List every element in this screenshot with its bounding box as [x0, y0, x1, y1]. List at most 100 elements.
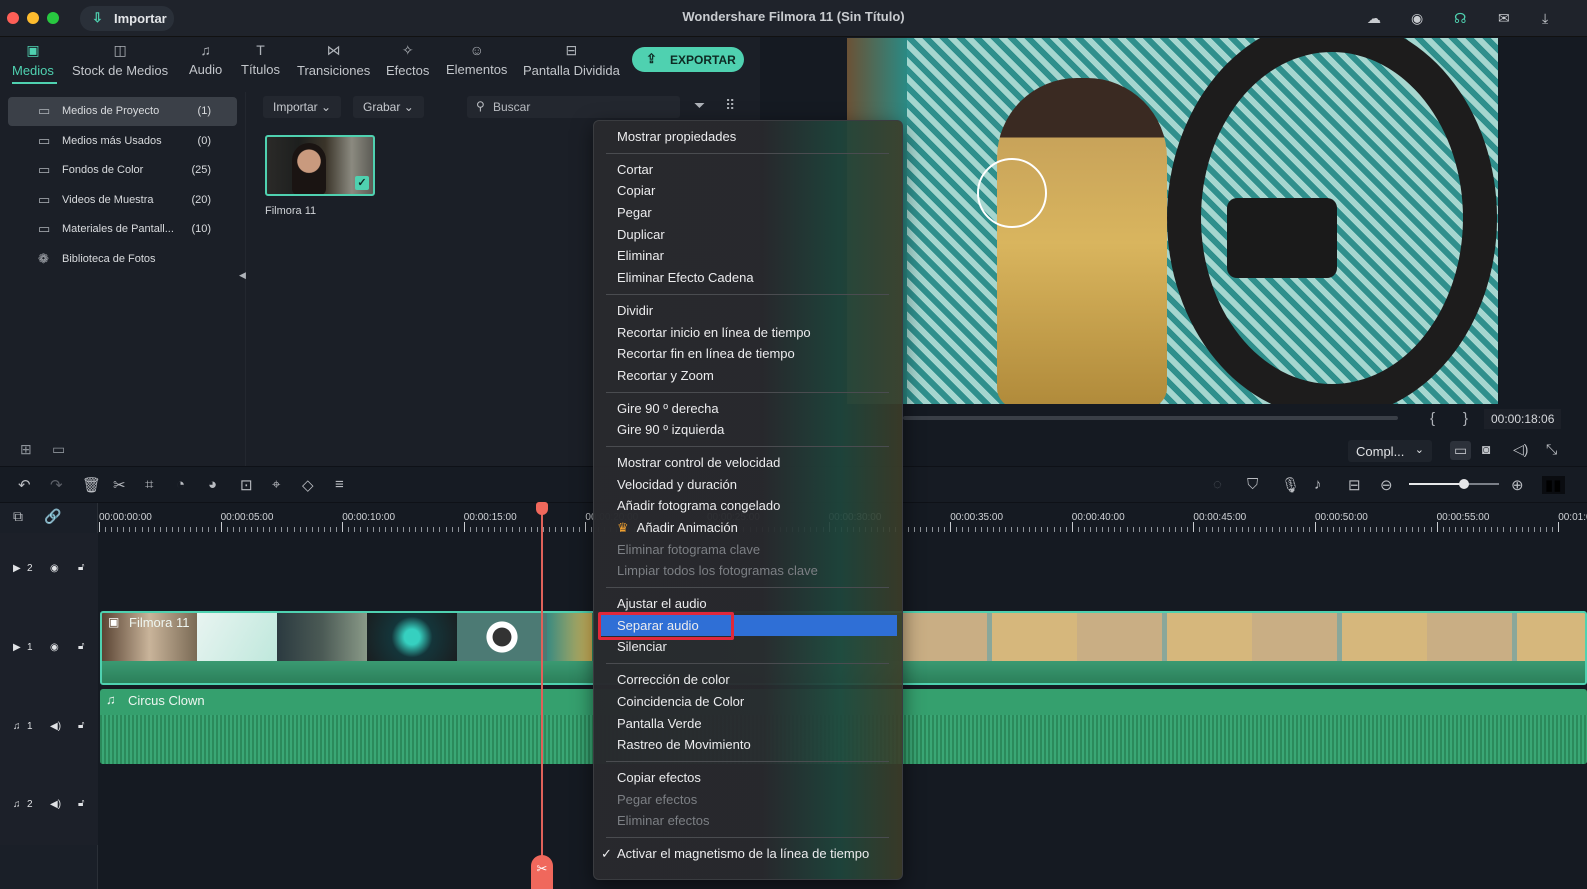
fit-timeline-icon[interactable]: ⊟: [1348, 476, 1361, 494]
marker-icon[interactable]: ⛉: [1247, 476, 1258, 493]
render-preview-icon[interactable]: ◌: [1213, 476, 1222, 493]
menu-item-dividir[interactable]: Dividir: [594, 300, 902, 322]
menu-item-velocidad-y-duracio-n[interactable]: Velocidad y duración: [594, 474, 902, 496]
redo-icon[interactable]: ↷: [50, 476, 63, 494]
lock-icon[interactable]: 🔓︎: [78, 720, 84, 731]
menu-item-recortar-y-zoom[interactable]: Recortar y Zoom: [594, 365, 902, 387]
menu-item-eliminar-efecto-cadena[interactable]: Eliminar Efecto Cadena: [594, 267, 902, 289]
sidebar-item-biblioteca-de-fotos[interactable]: ❁ Biblioteca de Fotos: [8, 245, 237, 274]
lock-icon[interactable]: 🔓︎: [78, 562, 84, 573]
menu-item-cortar[interactable]: Cortar: [594, 159, 902, 181]
tab-elementos[interactable]: ☺ Elementos: [446, 42, 507, 77]
support-headset-icon[interactable]: ☊: [1454, 10, 1466, 27]
speed-icon[interactable]: ◔: [176, 476, 185, 493]
media-thumbnail[interactable]: ✓: [265, 135, 375, 196]
context-menu: Mostrar propiedades Cortar Copiar Pegar Dupl…: [593, 120, 903, 880]
green-screen-icon[interactable]: ⊡: [240, 476, 253, 494]
scissors-icon[interactable]: ✂: [113, 476, 126, 494]
new-folder-icon[interactable]: ⊞: [20, 441, 32, 458]
cloud-icon[interactable]: ☁: [1367, 10, 1381, 27]
menu-item-copiar-efectos[interactable]: Copiar efectos: [594, 767, 902, 789]
zoom-out-icon[interactable]: ⊖: [1380, 476, 1393, 494]
menu-item-an-adir-animacio-n[interactable]: ♛ Añadir Animación: [594, 517, 902, 539]
speaker-icon[interactable]: ◀): [50, 799, 61, 810]
menu-item-mostrar-control-de-velocidad[interactable]: Mostrar control de velocidad: [594, 452, 902, 474]
download-icon[interactable]: ⤓: [1542, 10, 1548, 27]
add-track-icon[interactable]: ⧉: [13, 508, 23, 525]
undo-icon[interactable]: ↶: [18, 476, 31, 494]
sidebar-item-videos-de-muestra[interactable]: ▭ Videos de Muestra (20): [8, 186, 237, 215]
menu-item-correccio-n-de-color[interactable]: Corrección de color: [594, 669, 902, 691]
menu-item-pegar[interactable]: Pegar: [594, 202, 902, 224]
lock-icon[interactable]: 🔓︎: [78, 641, 84, 652]
timeline-zoom-slider[interactable]: [1409, 479, 1499, 489]
menu-item-recortar-fin-en-li-nea-de-tiempo[interactable]: Recortar fin en línea de tiempo: [594, 343, 902, 365]
tab-titulos[interactable]: T Títulos: [241, 42, 280, 77]
playhead-handle[interactable]: [536, 502, 548, 515]
menu-item-coincidencia-de-color[interactable]: Coincidencia de Color: [594, 691, 902, 713]
link-icon[interactable]: 🔗: [44, 508, 61, 525]
display-icon[interactable]: ▭: [1450, 441, 1472, 460]
audio-meter-icon[interactable]: ▮▮: [1542, 476, 1565, 494]
menu-item-copiar[interactable]: Copiar: [594, 180, 902, 202]
ruler-tick: [1096, 527, 1098, 532]
sidebar-item-materiales-de-pantalla[interactable]: ▭ Materiales de Pantall... (10): [8, 215, 237, 244]
tab-stock-de-medios[interactable]: ◫ Stock de Medios: [72, 42, 168, 78]
menu-item-gire-90-izquierda[interactable]: Gire 90 º izquierda: [594, 419, 902, 441]
import-dropdown[interactable]: Importar ⌄: [263, 96, 342, 118]
tab-audio[interactable]: ♫ Audio: [189, 42, 222, 77]
color-palette-icon[interactable]: ◕: [208, 476, 217, 493]
sidebar-item-fondos-de-color[interactable]: ▭ Fondos de Color (25): [8, 156, 237, 185]
playhead-line[interactable]: [541, 503, 543, 889]
zoom-in-icon[interactable]: ⊕: [1511, 476, 1524, 494]
crop-icon[interactable]: ⌗: [145, 476, 153, 493]
slider-knob[interactable]: [1459, 479, 1469, 489]
delete-icon[interactable]: 🗑: [82, 476, 101, 494]
filter-icon[interactable]: ⏷: [694, 97, 705, 114]
ruler-tick: [1552, 527, 1554, 532]
motion-target-circle[interactable]: [977, 158, 1047, 228]
fullscreen-icon[interactable]: ⤡: [1546, 441, 1557, 458]
sidebar-item-medios-de-proyecto[interactable]: ▭ Medios de Proyecto (1): [8, 97, 237, 126]
tab-transiciones[interactable]: ⋈ Transiciones: [297, 42, 370, 78]
playhead-split-button[interactable]: ✂: [531, 855, 553, 889]
audio-mixer-icon[interactable]: ♪: [1314, 476, 1322, 493]
tab-pantalla-dividida[interactable]: ⊟ Pantalla Dividida: [523, 42, 620, 78]
keyframe-icon[interactable]: ◇: [302, 476, 314, 494]
preview-video[interactable]: [847, 38, 1498, 404]
eye-icon[interactable]: ◉: [50, 563, 59, 574]
sidebar-item-medios-mas-usados[interactable]: ▭ Medios más Usados (0): [8, 127, 237, 156]
microphone-icon[interactable]: 🎙: [1281, 476, 1300, 494]
menu-item-recortar-inicio-en-li-nea-de-tiempo[interactable]: Recortar inicio en línea de tiempo: [594, 322, 902, 344]
quality-dropdown[interactable]: Compl... ⌄: [1348, 440, 1432, 462]
folder-icon[interactable]: ▭: [52, 441, 65, 458]
adjust-sliders-icon[interactable]: ≡: [335, 476, 344, 493]
export-button[interactable]: ⇪ EXPORTAR: [632, 47, 744, 72]
collapse-sidebar-icon[interactable]: ◀: [239, 270, 246, 281]
snapshot-camera-icon[interactable]: ◙: [1482, 441, 1490, 457]
menu-item-gire-90-derecha[interactable]: Gire 90 º derecha: [594, 398, 902, 420]
motion-tracking-icon[interactable]: ⌖: [272, 476, 280, 493]
volume-icon[interactable]: ◁): [1513, 441, 1528, 458]
menu-item-eliminar[interactable]: Eliminar: [594, 245, 902, 267]
menu-item-mostrar-propiedades[interactable]: Mostrar propiedades: [594, 126, 902, 148]
grid-view-icon[interactable]: ⠿: [725, 97, 735, 114]
record-dropdown[interactable]: Grabar ⌄: [353, 96, 424, 118]
mail-icon[interactable]: ✉: [1498, 10, 1510, 27]
search-input[interactable]: ⚲ Buscar: [467, 96, 680, 118]
menu-item-pantalla-verde[interactable]: Pantalla Verde: [594, 713, 902, 735]
lock-icon[interactable]: 🔓︎: [78, 798, 84, 809]
menu-item-an-adir-fotograma-congelado[interactable]: Añadir fotograma congelado: [594, 495, 902, 517]
menu-item-duplicar[interactable]: Duplicar: [594, 224, 902, 246]
speaker-icon[interactable]: ◀): [50, 721, 61, 732]
tab-efectos[interactable]: ✧ Efectos: [386, 42, 429, 78]
account-icon[interactable]: ◉: [1411, 10, 1423, 27]
preview-scrubber[interactable]: [903, 416, 1398, 420]
mark-out-button[interactable]: }: [1463, 410, 1468, 427]
menu-item-activar-el-magnetismo-de-la-li-nea-de-tiempo[interactable]: ✓ Activar el magnetismo de la línea de ti…: [594, 843, 902, 865]
tab-medios[interactable]: ▣ Medios: [12, 42, 54, 78]
ruler-tick: [1400, 527, 1402, 532]
menu-item-rastreo-de-movimiento[interactable]: Rastreo de Movimiento: [594, 734, 902, 756]
eye-icon[interactable]: ◉: [50, 642, 59, 653]
mark-in-button[interactable]: {: [1430, 410, 1435, 427]
